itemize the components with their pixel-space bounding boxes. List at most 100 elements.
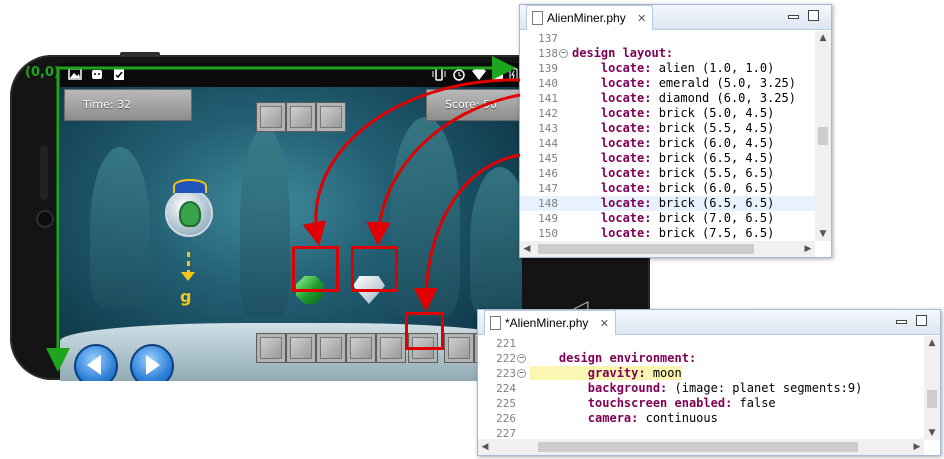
code-line[interactable]: 224 background: (image: planet segments:…: [478, 381, 924, 396]
code-line[interactable]: 139 locate: alien (1.0, 1.0): [520, 61, 815, 76]
brick: [286, 102, 316, 132]
code-text: camera: continuous: [530, 411, 718, 426]
line-number: 225: [496, 397, 516, 410]
line-number: 223: [496, 367, 516, 380]
code-line[interactable]: 137: [520, 31, 815, 46]
code-value: brick (6.5, 6.5): [651, 196, 775, 210]
vertical-scrollbar[interactable]: ▲ ▼: [924, 336, 940, 440]
close-tab-icon[interactable]: ✕: [637, 13, 646, 25]
alien-character[interactable]: [165, 179, 213, 237]
code-keyword: locate:: [572, 61, 652, 75]
code-text: locate: brick (5.5, 4.5): [572, 121, 774, 136]
line-number: 224: [496, 382, 516, 395]
brick: [376, 333, 406, 363]
status-bar: [60, 63, 522, 87]
scroll-left-icon[interactable]: ◀: [520, 241, 534, 257]
code-text: locate: brick (6.5, 6.5): [572, 196, 774, 211]
code-line[interactable]: 226 camera: continuous: [478, 411, 924, 426]
scroll-right-icon[interactable]: ▶: [910, 439, 924, 455]
code-value: alien (1.0, 1.0): [651, 61, 775, 75]
maximize-icon[interactable]: [916, 315, 927, 326]
code-line[interactable]: 222− design environment:: [478, 351, 924, 366]
time-label: Time: 32: [83, 98, 132, 111]
code-value: brick (7.5, 6.5): [651, 226, 775, 240]
editor-tab-bar: *AlienMiner.phy ✕: [478, 310, 940, 335]
code-keyword: locate:: [572, 226, 652, 240]
scroll-down-icon[interactable]: ▼: [924, 426, 940, 440]
code-text: locate: brick (6.5, 4.5): [572, 151, 774, 166]
code-line[interactable]: 149 locate: brick (7.0, 6.5): [520, 211, 815, 226]
maximize-icon[interactable]: [808, 10, 819, 21]
code-line[interactable]: 145 locate: brick (6.5, 4.5): [520, 151, 815, 166]
code-line[interactable]: 150 locate: brick (7.5, 6.5): [520, 226, 815, 241]
fold-toggle-icon[interactable]: −: [559, 49, 568, 58]
line-number: 137: [538, 32, 558, 45]
arrow-left-icon: [87, 355, 101, 375]
horizontal-scrollbar[interactable]: ◀ ▶: [520, 241, 815, 257]
scroll-thumb[interactable]: [927, 390, 937, 408]
line-number: 144: [538, 137, 558, 150]
editor-tab[interactable]: AlienMiner.phy ✕: [526, 5, 654, 30]
code-line[interactable]: 138− design layout:: [520, 46, 815, 61]
diamond-highlight-box: [351, 246, 398, 292]
code-line[interactable]: 144 locate: brick (6.0, 4.5): [520, 136, 815, 151]
code-value: brick (7.0, 6.5): [651, 211, 775, 225]
vertical-scrollbar[interactable]: ▲ ▼: [815, 31, 831, 241]
code-text: gravity: moon: [530, 366, 682, 381]
line-number: 139: [538, 62, 558, 75]
background-seaweed: [90, 147, 150, 307]
scroll-thumb[interactable]: [818, 127, 828, 145]
background-seaweed: [240, 127, 290, 317]
move-left-button[interactable]: [74, 344, 118, 381]
horizontal-scrollbar[interactable]: ◀ ▶: [478, 439, 924, 455]
code-line[interactable]: 148 locate: brick (6.5, 6.5): [520, 196, 815, 211]
code-line[interactable]: 223− gravity: moon: [478, 366, 924, 381]
code-line[interactable]: 146 locate: brick (5.5, 6.5): [520, 166, 815, 181]
line-number: 143: [538, 122, 558, 135]
code-line[interactable]: 143 locate: brick (5.5, 4.5): [520, 121, 815, 136]
code-text: locate: emerald (5.0, 3.25): [572, 76, 796, 91]
line-number: 150: [538, 227, 558, 240]
code-text: locate: brick (7.5, 6.5): [572, 226, 774, 241]
scroll-right-icon[interactable]: ▶: [801, 241, 815, 257]
minimize-icon[interactable]: [896, 320, 907, 324]
scroll-thumb[interactable]: [538, 244, 754, 254]
minimize-icon[interactable]: [788, 15, 799, 19]
scroll-left-icon[interactable]: ◀: [478, 439, 492, 455]
code-line[interactable]: 225 touchscreen enabled: false: [478, 396, 924, 411]
code-line[interactable]: 141 locate: diamond (6.0, 3.25): [520, 91, 815, 106]
editor-tab[interactable]: *AlienMiner.phy ✕: [484, 310, 616, 335]
brick: [444, 333, 474, 363]
gravity-label: g: [180, 287, 192, 306]
code-text: locate: brick (5.0, 4.5): [572, 106, 774, 121]
brick: [316, 102, 346, 132]
game-scene[interactable]: Time: 32 Score: 50 g: [60, 87, 522, 381]
line-number: 148: [538, 197, 558, 210]
line-number: 138: [538, 47, 558, 60]
gallery-icon: [68, 68, 82, 80]
brick: [256, 102, 286, 132]
code-value: brick (6.5, 4.5): [651, 151, 775, 165]
line-number: 145: [538, 152, 558, 165]
scroll-thumb[interactable]: [538, 442, 858, 452]
scroll-down-icon[interactable]: ▼: [815, 227, 831, 241]
line-number: 142: [538, 107, 558, 120]
signal-icon: [491, 68, 503, 80]
code-keyword: locate:: [572, 151, 652, 165]
code-keyword: gravity:: [530, 366, 646, 380]
code-line[interactable]: 142 locate: brick (5.0, 4.5): [520, 106, 815, 121]
code-line[interactable]: 140 locate: emerald (5.0, 3.25): [520, 76, 815, 91]
code-value: emerald (5.0, 3.25): [651, 76, 796, 90]
close-tab-icon[interactable]: ✕: [600, 318, 609, 330]
code-line[interactable]: 221: [478, 336, 924, 351]
code-value: brick (5.5, 6.5): [651, 166, 775, 180]
move-right-button[interactable]: [130, 344, 174, 381]
code-line[interactable]: 147 locate: brick (6.0, 6.5): [520, 181, 815, 196]
scroll-up-icon[interactable]: ▲: [924, 336, 940, 350]
alien-body: [179, 201, 201, 227]
wifi-icon: [472, 68, 486, 80]
scroll-up-icon[interactable]: ▲: [815, 31, 831, 45]
fold-toggle-icon[interactable]: −: [517, 369, 526, 378]
fold-toggle-icon[interactable]: −: [517, 354, 526, 363]
tab-title: AlienMiner.phy: [547, 11, 626, 25]
